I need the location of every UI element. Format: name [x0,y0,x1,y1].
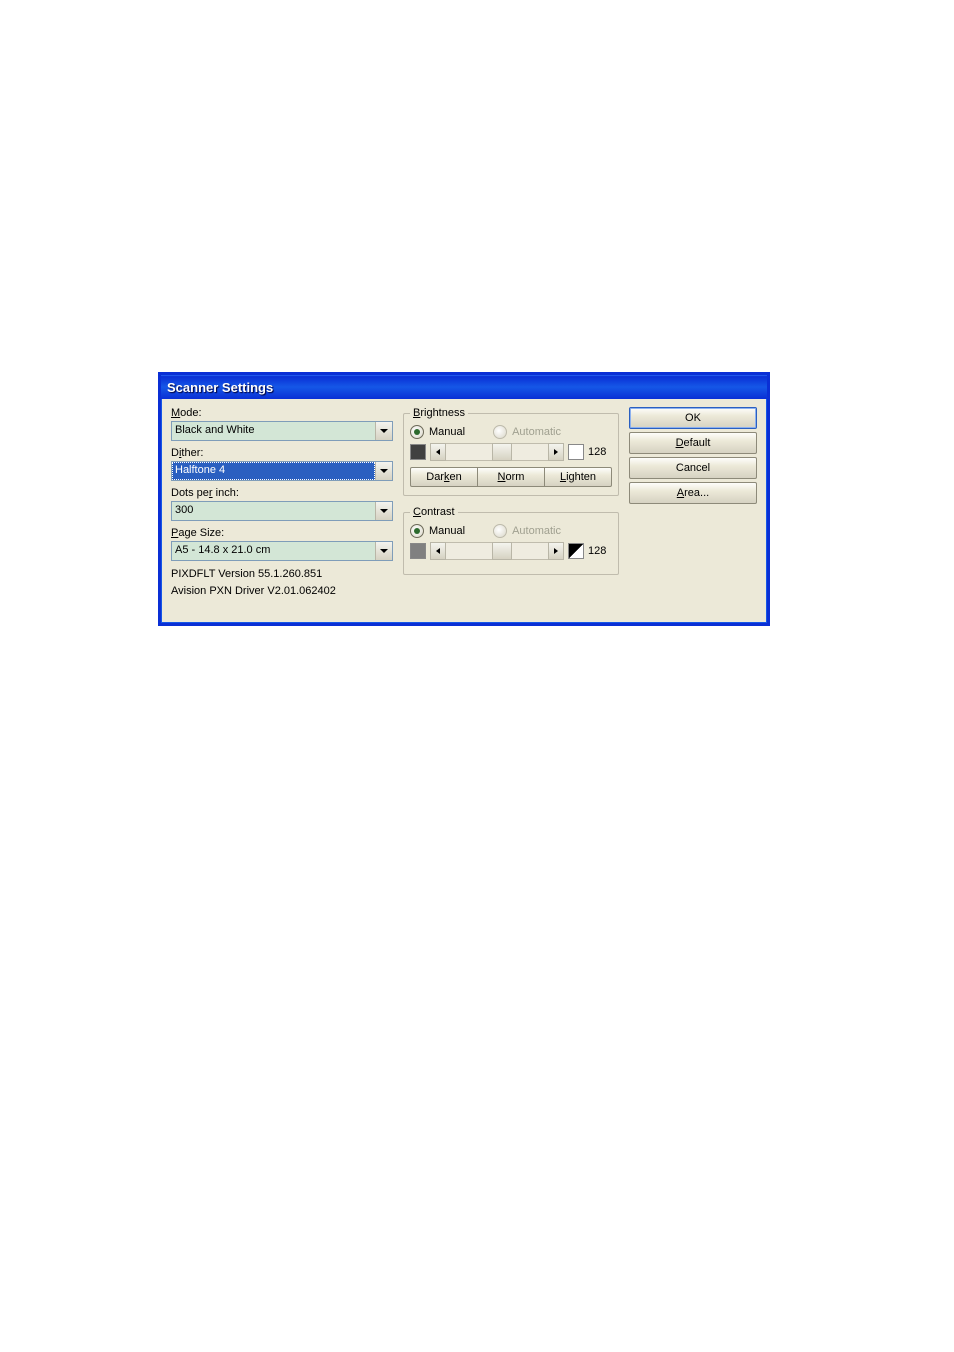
contrast-group: Contrast Manual Automatic [403,506,619,575]
dpi-dropdown-button[interactable] [375,502,392,520]
brightness-legend: Brightness [413,407,465,419]
chevron-down-icon [380,429,388,433]
contrast-slider-thumb[interactable] [492,542,512,560]
contrast-radio-row: Manual Automatic [410,524,612,538]
brightness-manual-label: Manual [429,426,465,438]
chevron-down-icon [380,549,388,553]
contrast-low-swatch [410,543,426,559]
lighten-button[interactable]: Lighten [544,467,612,487]
default-button-label: Default [676,437,711,449]
page-size-dropdown[interactable]: A5 - 14.8 x 21.0 cm [171,541,393,561]
brightness-group: Brightness Manual Automatic [403,407,619,496]
dither-label: Dither: [171,447,203,459]
contrast-legend: Contrast [413,506,455,518]
norm-button[interactable]: Norm [477,467,545,487]
contrast-slider-right[interactable] [548,542,564,560]
brightness-light-swatch [568,444,584,460]
contrast-value: 128 [588,545,612,557]
driver-version: Avision PXN Driver V2.01.062402 [171,584,393,599]
radio-icon [493,425,507,439]
mode-dropdown-button[interactable] [375,422,392,440]
page-size-value: A5 - 14.8 x 21.0 cm [172,542,375,560]
dpi-label: Dots per inch: [171,487,239,499]
cancel-button-label: Cancel [676,462,710,474]
darken-button[interactable]: Darken [410,467,478,487]
brightness-radio-row: Manual Automatic [410,425,612,439]
brightness-manual-radio[interactable]: Manual [410,425,465,439]
brightness-slider-track[interactable] [445,444,549,460]
contrast-manual-label: Manual [429,525,465,537]
triangle-left-icon [436,548,440,554]
area-button-label: Area... [677,487,709,499]
brightness-automatic-radio: Automatic [493,425,561,439]
pixdflt-version: PIXDFLT Version 55.1.260.851 [171,567,393,582]
brightness-button-row: Darken Norm Lighten [410,467,612,487]
brightness-automatic-label: Automatic [512,426,561,438]
radio-icon [493,524,507,538]
contrast-manual-radio[interactable]: Manual [410,524,465,538]
ok-button[interactable]: OK [629,407,757,429]
brightness-slider-thumb[interactable] [492,443,512,461]
mode-value: Black and White [172,422,375,440]
brightness-slider[interactable] [430,443,564,461]
radio-icon [410,524,424,538]
contrast-slider-left[interactable] [430,542,446,560]
middle-column: Brightness Manual Automatic [403,407,619,599]
contrast-automatic-label: Automatic [512,525,561,537]
mode-dropdown[interactable]: Black and White [171,421,393,441]
contrast-slider[interactable] [430,542,564,560]
titlebar[interactable]: Scanner Settings [161,375,767,399]
dither-value: Halftone 4 [172,462,375,480]
contrast-automatic-radio: Automatic [493,524,561,538]
cancel-button[interactable]: Cancel [629,457,757,479]
default-button[interactable]: Default [629,432,757,454]
dpi-value: 300 [172,502,375,520]
contrast-slider-track[interactable] [445,543,549,559]
page-size-label: Page Size: [171,527,224,539]
dither-dropdown[interactable]: Halftone 4 [171,461,393,481]
contrast-high-swatch [568,543,584,559]
triangle-right-icon [554,548,558,554]
left-column: Mode: Black and White Dither: Halftone 4… [171,407,393,599]
triangle-right-icon [554,449,558,455]
brightness-slider-right[interactable] [548,443,564,461]
chevron-down-icon [380,509,388,513]
dialog-title: Scanner Settings [167,380,273,395]
mode-label: Mode: [171,407,202,419]
dialog-content: Mode: Black and White Dither: Halftone 4… [161,399,767,603]
chevron-down-icon [380,469,388,473]
dither-dropdown-button[interactable] [375,462,392,480]
radio-icon [410,425,424,439]
brightness-slider-row: 128 [410,443,612,461]
area-button[interactable]: Area... [629,482,757,504]
triangle-left-icon [436,449,440,455]
right-column: OK Default Cancel Area... [629,407,757,599]
page-size-dropdown-button[interactable] [375,542,392,560]
brightness-slider-left[interactable] [430,443,446,461]
brightness-value: 128 [588,446,612,458]
contrast-slider-row: 128 [410,542,612,560]
brightness-dark-swatch [410,444,426,460]
scanner-settings-dialog: Scanner Settings Mode: Black and White D… [158,372,770,626]
ok-button-label: OK [685,412,701,424]
dpi-dropdown[interactable]: 300 [171,501,393,521]
